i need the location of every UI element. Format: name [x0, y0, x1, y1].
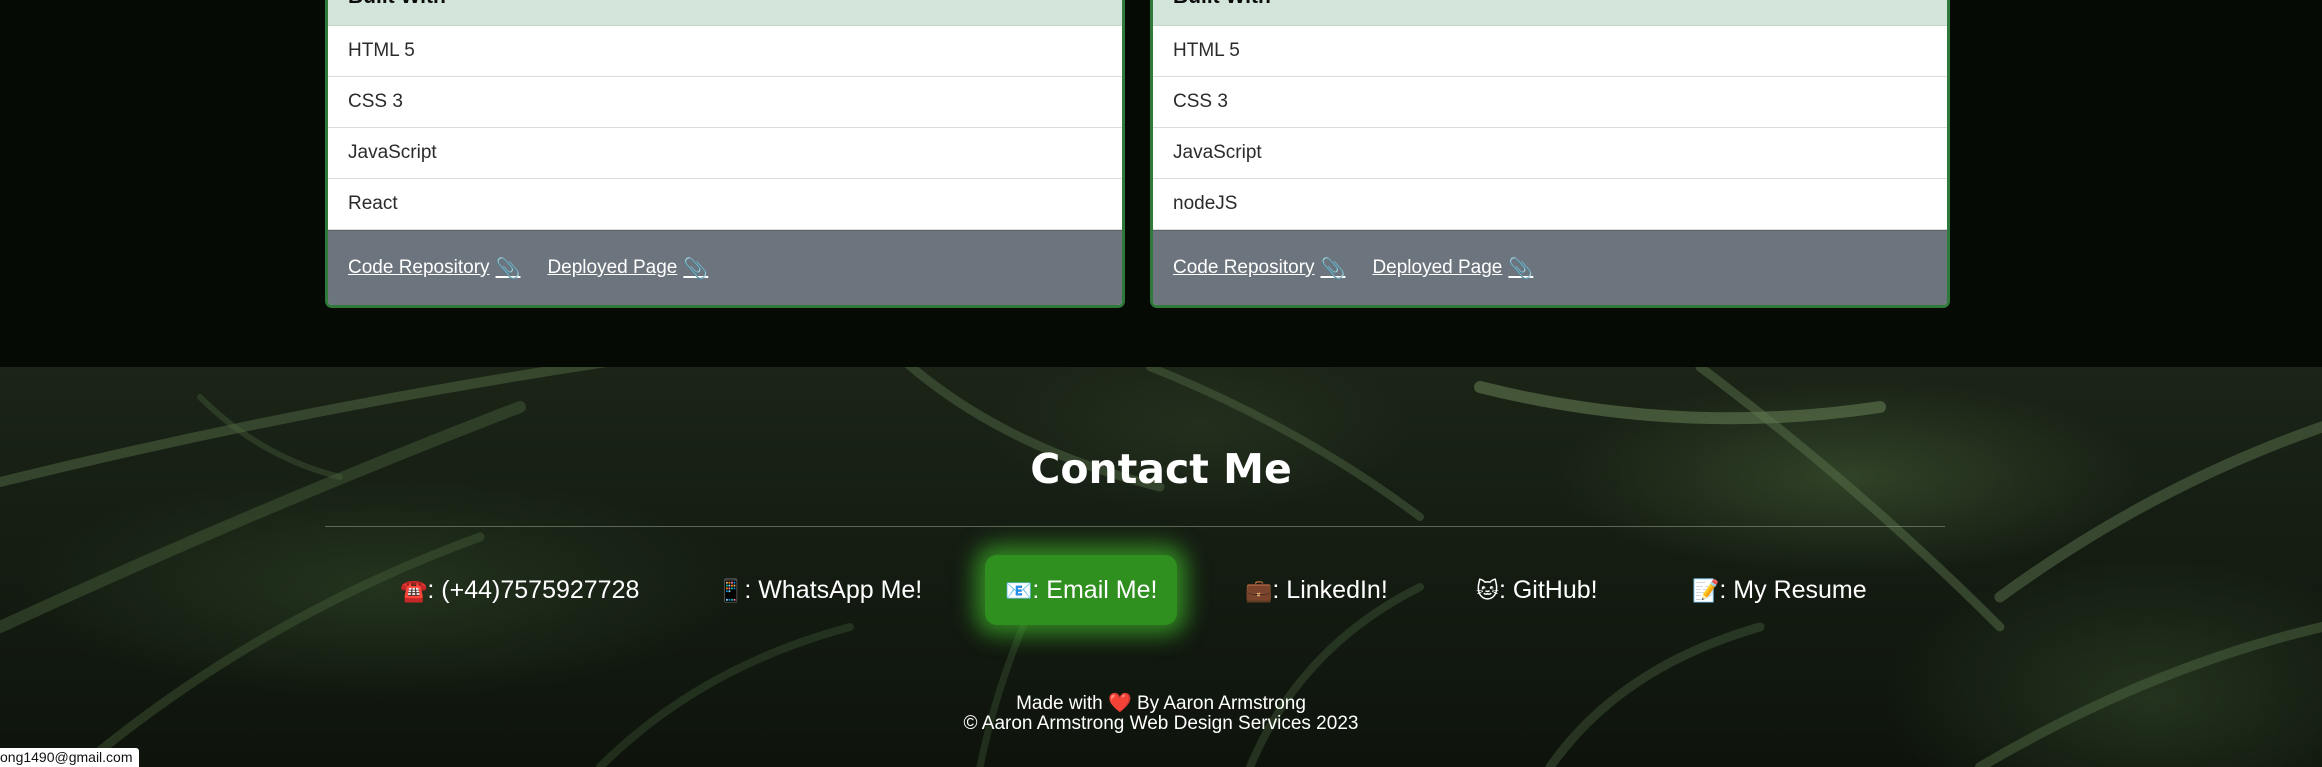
contact-section: Contact Me ☎️: (+44)7575927728 📱: WhatsA…	[0, 367, 2322, 767]
email-label: : Email Me!	[1032, 576, 1158, 604]
built-with-label: Built With	[1173, 0, 1271, 8]
deployed-page-link[interactable]: Deployed Page 📎	[1372, 256, 1533, 281]
project-card: Built With HTML 5 CSS 3 JavaScript React…	[325, 0, 1125, 308]
deployed-page-label: Deployed Page	[1372, 257, 1503, 278]
made-with-text: Made with	[1016, 693, 1103, 714]
code-repository-label: Code Repository	[1173, 257, 1315, 278]
heart-icon: ❤️	[1107, 693, 1132, 714]
tech-list-item: JavaScript	[1153, 128, 1947, 179]
tech-list-item: HTML 5	[328, 26, 1122, 77]
tech-list-item: nodeJS	[1153, 179, 1947, 230]
linkedin-link[interactable]: 💼: LinkedIn!	[1245, 555, 1388, 625]
github-label: : GitHub!	[1498, 576, 1598, 604]
divider	[325, 526, 1945, 527]
deployed-page-label: Deployed Page	[547, 257, 678, 278]
author-text: By Aaron Armstrong	[1136, 693, 1306, 714]
whatsapp-label: : WhatsApp Me!	[744, 576, 923, 604]
resume-label: : My Resume	[1719, 576, 1867, 604]
whatsapp-link[interactable]: 📱: WhatsApp Me!	[717, 555, 922, 625]
paperclip-icon: 📎	[1508, 257, 1534, 280]
copyright-text: © Aaron Armstrong Web Design Services 20…	[963, 713, 1359, 734]
briefcase-icon: 💼	[1245, 578, 1273, 603]
contact-title: Contact Me	[1030, 445, 1292, 493]
email-icon: 📧	[1005, 578, 1033, 603]
paperclip-icon: 📎	[683, 257, 709, 280]
cat-icon: 🐱	[1476, 578, 1499, 603]
paperclip-icon: 📎	[495, 257, 521, 280]
code-repository-link[interactable]: Code Repository 📎	[348, 256, 520, 281]
made-with-line: Made with ❤️ By Aaron Armstrong	[0, 691, 2322, 715]
paperclip-icon: 📎	[1320, 257, 1346, 280]
contact-links: ☎️: (+44)7575927728 📱: WhatsApp Me! 📧: E…	[0, 555, 2322, 625]
project-card: Built With HTML 5 CSS 3 JavaScript nodeJ…	[1150, 0, 1950, 308]
projects-section: Built With HTML 5 CSS 3 JavaScript React…	[0, 0, 2322, 367]
telephone-icon: ☎️	[400, 578, 428, 603]
tech-list-item: HTML 5	[1153, 26, 1947, 77]
phone-link[interactable]: ☎️: (+44)7575927728	[400, 555, 639, 625]
code-repository-link[interactable]: Code Repository 📎	[1173, 256, 1345, 281]
deployed-page-link[interactable]: Deployed Page 📎	[547, 256, 708, 281]
card-footer: Code Repository 📎 Deployed Page 📎	[1153, 230, 1947, 305]
phone-label: : (+44)7575927728	[427, 576, 640, 604]
built-with-label: Built With	[348, 0, 446, 8]
memo-icon: 📝	[1692, 578, 1720, 603]
tech-list-item: React	[328, 179, 1122, 230]
tech-list-item: JavaScript	[328, 128, 1122, 179]
email-link[interactable]: 📧: Email Me!	[985, 555, 1178, 625]
code-repository-label: Code Repository	[348, 257, 490, 278]
tech-list-item: CSS 3	[1153, 77, 1947, 128]
tech-list-item: CSS 3	[328, 77, 1122, 128]
mobile-phone-icon: 📱	[717, 578, 745, 603]
github-link[interactable]: 🐱: GitHub!	[1476, 555, 1598, 625]
card-footer: Code Repository 📎 Deployed Page 📎	[328, 230, 1122, 305]
linkedin-label: : LinkedIn!	[1272, 576, 1388, 604]
resume-link[interactable]: 📝: My Resume	[1692, 555, 1867, 625]
built-with-header: Built With	[328, 0, 1122, 26]
status-bar-url: ong1490@gmail.com	[0, 748, 139, 767]
built-with-header: Built With	[1153, 0, 1947, 26]
